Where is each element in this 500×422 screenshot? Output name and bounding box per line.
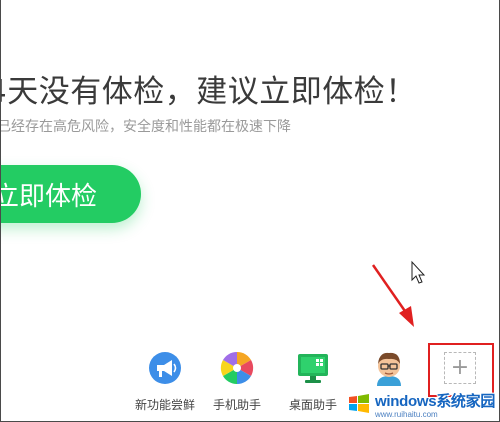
- watermark-url: www.ruihaitu.com: [375, 409, 438, 419]
- site-watermark: windows系统家园 www.ruihaitu.com: [347, 388, 497, 420]
- red-arrow-icon: [371, 264, 414, 327]
- app-window: 4天没有体检，建议立即体检！ 已经存在高危风险，安全度和性能都在极速下降 立即体…: [0, 0, 500, 422]
- annotation-overlay: [371, 260, 426, 327]
- watermark-title: windows系统家园: [375, 392, 496, 410]
- mouse-cursor-icon: [411, 260, 426, 284]
- windows-logo-icon: [349, 394, 369, 413]
